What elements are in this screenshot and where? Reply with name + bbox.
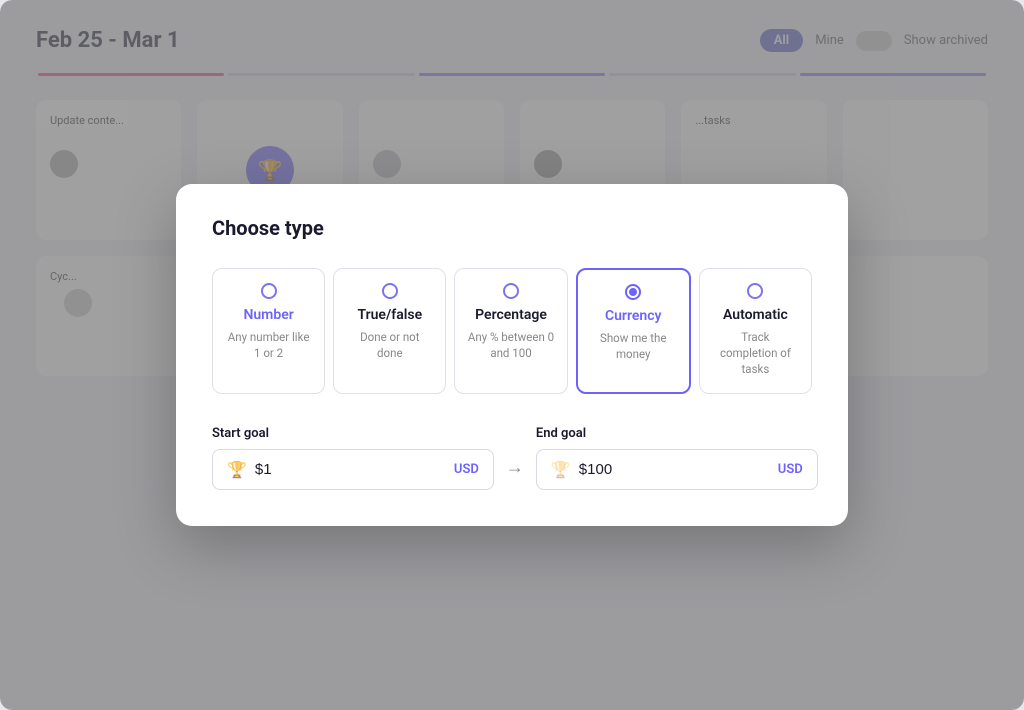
- type-option-number[interactable]: Number Any number like 1 or 2: [212, 268, 325, 394]
- type-name-automatic: Automatic: [723, 307, 788, 323]
- type-radio-truefalse: [382, 283, 398, 299]
- type-name-percentage: Percentage: [475, 307, 547, 323]
- type-options-container: Number Any number like 1 or 2 True/false…: [212, 268, 812, 394]
- type-radio-automatic: [747, 283, 763, 299]
- start-goal-input[interactable]: [255, 461, 454, 478]
- end-goal-input[interactable]: [579, 461, 778, 478]
- modal-title: Choose type: [212, 216, 812, 240]
- type-desc-truefalse: Done or not done: [346, 329, 433, 361]
- type-desc-percentage: Any % between 0 and 100: [467, 329, 554, 361]
- end-goal-field: End goal 🏆 USD: [536, 426, 818, 490]
- end-currency-label: USD: [778, 462, 803, 477]
- type-desc-automatic: Track completion of tasks: [712, 329, 799, 377]
- goal-section: Start goal 🏆 USD → End goal 🏆 USD: [212, 426, 812, 490]
- app-backdrop: Feb 25 - Mar 1 All Mine Show archived Up…: [0, 0, 1024, 710]
- start-goal-label: Start goal: [212, 426, 494, 441]
- type-desc-number: Any number like 1 or 2: [225, 329, 312, 361]
- type-option-truefalse[interactable]: True/false Done or not done: [333, 268, 446, 394]
- type-name-number: Number: [243, 307, 293, 323]
- modal: Choose type Number Any number like 1 or …: [176, 184, 848, 526]
- type-radio-currency: [625, 284, 641, 300]
- modal-overlay: Choose type Number Any number like 1 or …: [0, 0, 1024, 710]
- end-goal-input-wrapper: 🏆 USD: [536, 449, 818, 490]
- start-trophy-icon: 🏆: [227, 460, 247, 479]
- end-trophy-icon: 🏆: [551, 460, 571, 479]
- type-option-currency[interactable]: Currency Show me the money: [576, 268, 691, 394]
- start-goal-input-wrapper: 🏆 USD: [212, 449, 494, 490]
- type-name-currency: Currency: [605, 308, 662, 324]
- start-currency-label: USD: [454, 462, 479, 477]
- type-option-percentage[interactable]: Percentage Any % between 0 and 100: [454, 268, 567, 394]
- end-goal-label: End goal: [536, 426, 818, 441]
- type-radio-percentage: [503, 283, 519, 299]
- goal-arrow: →: [506, 457, 524, 478]
- type-desc-currency: Show me the money: [590, 330, 677, 362]
- type-radio-number: [261, 283, 277, 299]
- type-name-truefalse: True/false: [357, 307, 422, 323]
- type-option-automatic[interactable]: Automatic Track completion of tasks: [699, 268, 812, 394]
- start-goal-field: Start goal 🏆 USD: [212, 426, 494, 490]
